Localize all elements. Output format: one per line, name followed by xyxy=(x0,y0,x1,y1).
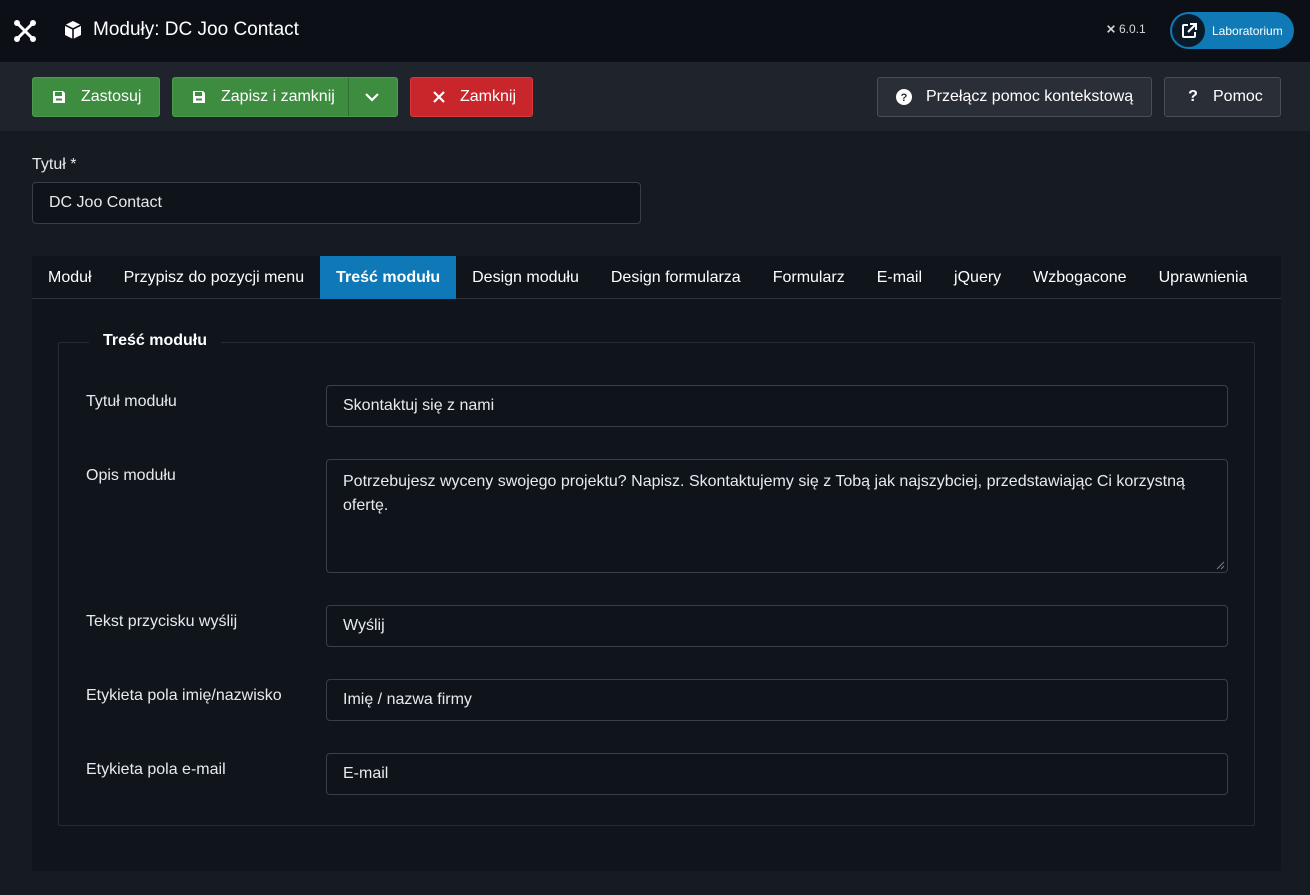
tab-menu-assignment[interactable]: Przypisz do pozycji menu xyxy=(108,256,321,299)
button-divider xyxy=(348,78,349,116)
toolbar: Zastosuj Zapisz i zamknij Zamknij ? Prze… xyxy=(0,63,1310,131)
tab-permissions[interactable]: Uprawnienia xyxy=(1143,256,1264,299)
module-description-text: Potrzebujesz wyceny swojego projektu? Na… xyxy=(343,473,1185,514)
tab-module-design[interactable]: Design modułu xyxy=(456,256,595,299)
help-button[interactable]: ? Pomoc xyxy=(1164,77,1281,117)
name-field-label-input[interactable]: Imię / nazwa firmy xyxy=(326,679,1228,721)
tab-module-content[interactable]: Treść modułu xyxy=(320,256,457,299)
toggle-help-button[interactable]: ? Przełącz pomoc kontekstową xyxy=(877,77,1152,117)
module-title-input[interactable]: Skontaktuj się z nami xyxy=(326,385,1228,427)
email-field-label-input[interactable]: E-mail xyxy=(326,753,1228,795)
tab-list: Moduł Przypisz do pozycji menu Treść mod… xyxy=(32,256,1281,299)
apply-label: Zastosuj xyxy=(81,88,142,105)
tab-form[interactable]: Formularz xyxy=(757,256,861,299)
send-button-text-input[interactable]: Wyślij xyxy=(326,605,1228,647)
content-fieldset: Treść modułu Tytuł modułu Skontaktuj się… xyxy=(58,332,1255,826)
svg-text:?: ? xyxy=(901,92,908,104)
send-button-text-label: Tekst przycisku wyślij xyxy=(86,613,238,630)
joomla-small-icon xyxy=(1107,25,1115,33)
tab-email[interactable]: E-mail xyxy=(861,256,938,299)
floppy-disk-icon xyxy=(51,89,67,105)
page-title: Moduły: DC Joo Contact xyxy=(63,19,299,41)
email-field-label-label: Etykieta pola e-mail xyxy=(86,761,226,778)
name-field-label-label: Etykieta pola imię/nazwisko xyxy=(86,687,282,704)
title-label: Tytuł * xyxy=(32,156,77,173)
close-button[interactable]: Zamknij xyxy=(410,77,533,117)
apply-button[interactable]: Zastosuj xyxy=(32,77,160,117)
version-text: 6.0.1 xyxy=(1119,22,1146,36)
tabs-panel: Moduł Przypisz do pozycji menu Treść mod… xyxy=(32,256,1281,871)
save-close-button[interactable]: Zapisz i zamknij xyxy=(173,78,347,116)
tab-form-design[interactable]: Design formularza xyxy=(595,256,757,299)
top-header: Moduły: DC Joo Contact 6.0.1 Laboratoriu… xyxy=(0,0,1310,63)
question-icon: ? xyxy=(1188,88,1198,105)
toggle-help-label: Przełącz pomoc kontekstową xyxy=(926,88,1134,105)
site-link-button[interactable]: Laboratorium xyxy=(1170,12,1294,49)
tab-module[interactable]: Moduł xyxy=(32,256,108,299)
help-label: Pomoc xyxy=(1213,88,1263,105)
question-circle-icon: ? xyxy=(896,89,912,105)
joomla-logo-icon[interactable] xyxy=(13,19,37,43)
chevron-down-icon xyxy=(365,93,379,102)
resize-handle-icon[interactable] xyxy=(1215,560,1225,570)
tab-advanced[interactable]: Wzbogacone xyxy=(1017,256,1142,299)
close-icon xyxy=(431,89,447,105)
version-badge: 6.0.1 xyxy=(1106,22,1146,36)
cube-icon xyxy=(64,21,82,39)
close-label: Zamknij xyxy=(460,88,517,105)
page-title-text: Moduły: DC Joo Contact xyxy=(93,19,299,40)
module-title-label: Tytuł modułu xyxy=(86,393,177,410)
module-description-textarea[interactable]: Potrzebujesz wyceny swojego projektu? Na… xyxy=(326,459,1228,573)
tab-jquery[interactable]: jQuery xyxy=(938,256,1017,299)
save-close-label: Zapisz i zamknij xyxy=(221,88,335,105)
site-link-label: Laboratorium xyxy=(1212,23,1283,38)
floppy-disk-icon xyxy=(191,89,207,105)
fieldset-legend: Treść modułu xyxy=(89,332,222,350)
module-description-label: Opis modułu xyxy=(86,467,176,484)
save-options-dropdown[interactable] xyxy=(347,78,397,116)
title-input[interactable]: DC Joo Contact xyxy=(32,182,641,224)
save-close-group: Zapisz i zamknij xyxy=(172,77,398,117)
external-link-icon xyxy=(1172,14,1205,47)
